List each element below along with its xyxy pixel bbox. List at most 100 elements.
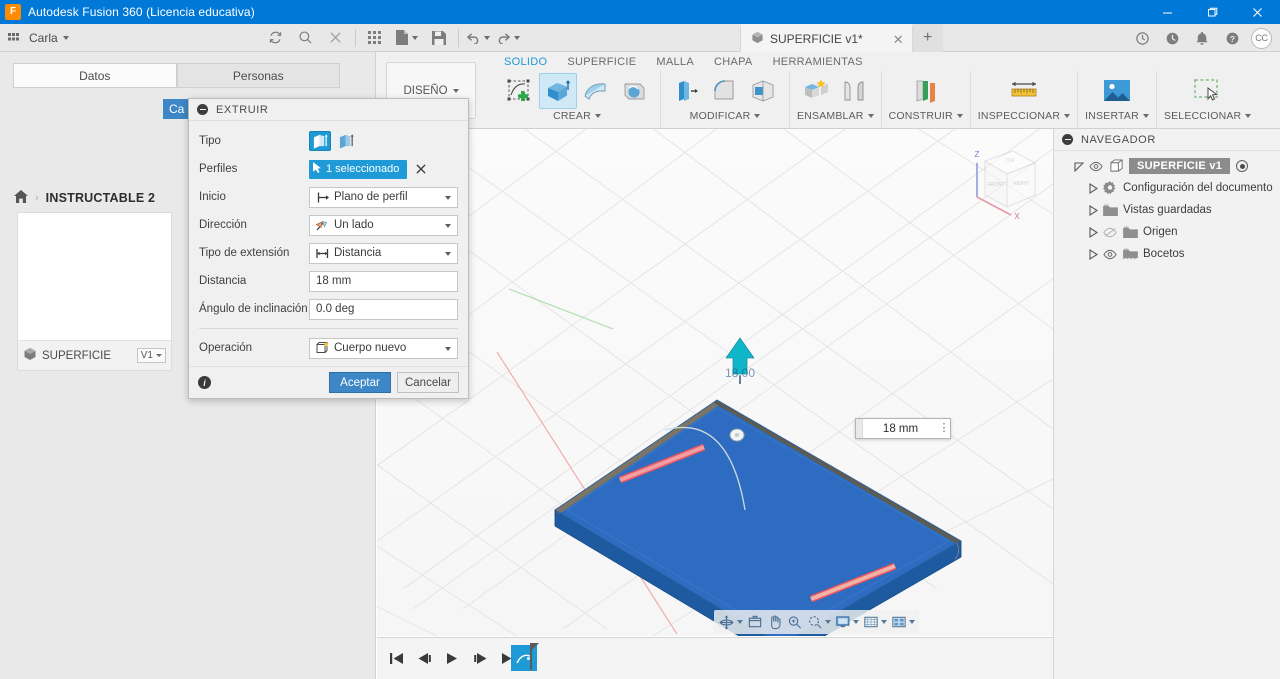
zoom-window-icon[interactable] xyxy=(805,611,833,633)
minimize-button[interactable] xyxy=(1145,0,1190,24)
chevron-down-icon[interactable] xyxy=(825,620,831,624)
document-tab-close-icon[interactable]: ✕ xyxy=(893,33,904,46)
browser-root-row[interactable]: SUPERFICIE v1 xyxy=(1054,155,1280,177)
chevron-down-icon[interactable] xyxy=(909,620,915,624)
chevron-down-icon[interactable] xyxy=(1245,114,1252,118)
close-icon[interactable] xyxy=(321,24,351,52)
dimension-grip-handle[interactable] xyxy=(856,419,863,438)
ribbon-tab-chapa[interactable]: CHAPA xyxy=(704,55,763,69)
browser-header[interactable]: NAVEGADOR xyxy=(1054,129,1280,151)
profiles-selection-chip[interactable]: 1 seleccionado xyxy=(309,159,408,179)
distancia-input[interactable]: 18 mm xyxy=(309,270,458,292)
grid-apps-icon[interactable] xyxy=(360,24,390,52)
collapsed-triangle-icon[interactable] xyxy=(1086,226,1100,238)
new-component-icon[interactable] xyxy=(797,73,835,109)
help-question-icon[interactable]: ? xyxy=(1217,24,1247,52)
timeline-marker-icon[interactable] xyxy=(530,643,539,652)
new-document-tab-button[interactable]: + xyxy=(912,24,943,52)
document-tab[interactable]: SUPERFICIE v1* ✕ xyxy=(740,24,913,52)
dimension-input-box[interactable]: 18 mm ⋮ xyxy=(855,418,951,439)
chevron-down-icon[interactable] xyxy=(1064,114,1071,118)
activate-radio-icon[interactable] xyxy=(1236,160,1249,172)
orbit-icon[interactable] xyxy=(716,611,745,633)
pan-hand-icon[interactable] xyxy=(765,611,785,633)
sweep-icon[interactable] xyxy=(615,73,653,109)
play-icon[interactable] xyxy=(441,647,463,669)
home-icon[interactable] xyxy=(14,190,28,205)
new-file-icon[interactable] xyxy=(390,24,424,52)
chevron-down-icon[interactable] xyxy=(867,114,874,118)
insert-image-icon[interactable] xyxy=(1098,73,1136,109)
collapse-minus-icon[interactable] xyxy=(1062,134,1073,145)
collapsed-triangle-icon[interactable] xyxy=(1086,204,1100,216)
dimension-value[interactable]: 18 mm xyxy=(863,423,938,435)
grid-snaps-icon[interactable] xyxy=(861,611,889,633)
browser-item-configuracion[interactable]: Configuración del documento xyxy=(1054,177,1280,199)
file-version-badge[interactable]: V1 xyxy=(136,348,166,363)
job-status-icon[interactable] xyxy=(1127,24,1157,52)
chevron-down-icon[interactable] xyxy=(754,114,761,118)
create-sketch-icon[interactable] xyxy=(501,73,539,109)
3d-viewport[interactable]: 18.00 FRONT RIGHT TOP Z X 18 mm ⋮ xyxy=(377,129,1053,636)
fillet-icon[interactable] xyxy=(706,73,744,109)
zoom-icon[interactable] xyxy=(785,611,805,633)
user-menu[interactable]: Carla xyxy=(0,24,69,52)
recent-activity-icon[interactable] xyxy=(1157,24,1187,52)
notifications-bell-icon[interactable] xyxy=(1187,24,1217,52)
measure-icon[interactable] xyxy=(1005,73,1043,109)
direccion-dropdown[interactable]: Un lado xyxy=(309,214,458,236)
offset-plane-icon[interactable] xyxy=(907,73,945,109)
refresh-icon[interactable] xyxy=(261,24,291,52)
look-at-icon[interactable] xyxy=(745,611,765,633)
ribbon-tab-superficie[interactable]: SUPERFICIE xyxy=(557,55,646,69)
extrude-icon[interactable] xyxy=(539,73,577,109)
inicio-dropdown[interactable]: Plano de perfil xyxy=(309,186,458,208)
browser-item-bocetos[interactable]: Bocetos xyxy=(1054,243,1280,265)
step-forward-icon[interactable] xyxy=(469,647,491,669)
breadcrumb-project-name[interactable]: INSTRUCTABLE 2 xyxy=(46,191,156,205)
operacion-dropdown[interactable]: Cuerpo nuevo xyxy=(309,337,458,359)
viewports-icon[interactable] xyxy=(889,611,917,633)
expanded-triangle-icon[interactable] xyxy=(1072,161,1086,172)
press-pull-icon[interactable] xyxy=(668,73,706,109)
close-button[interactable] xyxy=(1235,0,1280,24)
collapsed-triangle-icon[interactable] xyxy=(1086,182,1100,194)
angulo-inclinacion-input[interactable]: 0.0 deg xyxy=(309,298,458,320)
ribbon-tab-solido[interactable]: SOLIDO xyxy=(494,55,557,69)
chevron-down-icon[interactable] xyxy=(594,114,601,118)
joint-icon[interactable] xyxy=(835,73,873,109)
surface-extrude-icon[interactable] xyxy=(335,131,357,151)
browser-item-vistas-guardadas[interactable]: Vistas guardadas xyxy=(1054,199,1280,221)
revolve-icon[interactable] xyxy=(577,73,615,109)
maximize-button[interactable] xyxy=(1190,0,1235,24)
tab-datos[interactable]: Datos xyxy=(13,63,177,88)
window-selection-icon[interactable] xyxy=(1189,73,1227,109)
chevron-down-icon[interactable] xyxy=(737,620,743,624)
eye-visible-icon[interactable] xyxy=(1100,249,1120,260)
chevron-down-icon[interactable] xyxy=(881,620,887,624)
vertical-dots-icon[interactable]: ⋮ xyxy=(938,422,950,434)
collapsed-triangle-icon[interactable] xyxy=(1086,248,1100,260)
browser-item-origen[interactable]: Origen xyxy=(1054,221,1280,243)
tipo-extension-dropdown[interactable]: Distancia xyxy=(309,242,458,264)
ribbon-tab-malla[interactable]: MALLA xyxy=(646,55,704,69)
go-to-start-icon[interactable] xyxy=(385,647,407,669)
display-settings-icon[interactable] xyxy=(833,611,861,633)
profile-extrude-icon[interactable] xyxy=(309,131,331,151)
collapse-minus-icon[interactable] xyxy=(197,104,208,115)
eye-hidden-icon[interactable] xyxy=(1100,227,1120,238)
eye-visible-icon[interactable] xyxy=(1086,161,1106,172)
chevron-down-icon[interactable] xyxy=(1142,114,1149,118)
save-icon[interactable] xyxy=(424,24,454,52)
shell-icon[interactable] xyxy=(744,73,782,109)
tab-personas[interactable]: Personas xyxy=(176,63,340,88)
extrude-dialog-header[interactable]: EXTRUIR xyxy=(189,99,468,121)
ribbon-tab-herramientas[interactable]: HERRAMIENTAS xyxy=(763,55,873,69)
step-back-icon[interactable] xyxy=(413,647,435,669)
clear-selection-icon[interactable] xyxy=(416,163,426,176)
cancel-button[interactable]: Cancelar xyxy=(397,372,459,393)
avatar[interactable]: CC xyxy=(1251,27,1272,49)
search-icon[interactable] xyxy=(291,24,321,52)
redo-icon[interactable] xyxy=(493,24,523,52)
file-card[interactable]: SUPERFICIE V1 xyxy=(17,212,172,371)
